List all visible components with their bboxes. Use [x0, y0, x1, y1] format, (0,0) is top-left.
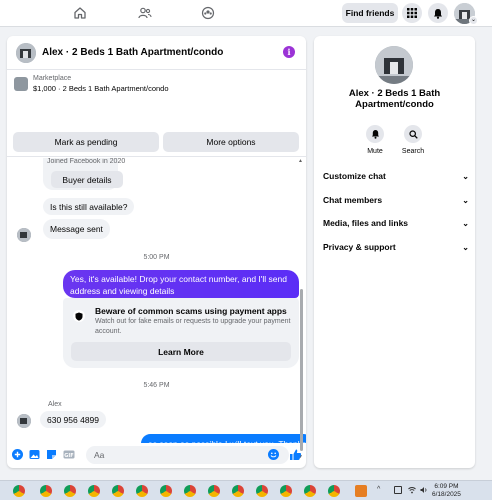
sticker-icon[interactable] — [46, 449, 57, 460]
emoji-icon[interactable] — [268, 449, 279, 460]
chrome-icon[interactable] — [88, 485, 100, 497]
chrome-icon[interactable] — [184, 485, 196, 497]
conversation-details-panel: Alex · 2 Beds 1 Bath Apartment/condo Mut… — [314, 36, 475, 468]
media-files-links-row[interactable]: Media, files and links ⌄ — [323, 216, 469, 230]
more-options-button[interactable]: More options — [163, 132, 299, 152]
chrome-icon[interactable] — [13, 485, 25, 497]
clock-time: 6:09 PM — [434, 483, 459, 490]
svg-text:GIF: GIF — [64, 453, 73, 459]
auto-reply-bubble: Yes, it's available! Drop your contact n… — [63, 270, 299, 298]
info-icon[interactable]: i — [283, 46, 295, 58]
chrome-icon[interactable] — [280, 485, 292, 497]
marketplace-label: Marketplace — [33, 75, 72, 82]
search-icon — [404, 125, 422, 143]
chrome-icon[interactable] — [208, 485, 220, 497]
mute-label: Mute — [367, 148, 383, 155]
message-timestamp: 5:46 PM — [143, 382, 170, 389]
message-bubble-out: as soon as possible I will text you..Tha… — [141, 434, 306, 443]
chrome-icon[interactable] — [328, 485, 340, 497]
os-taskbar: ^ 6:09 PM 6/18/2025 — [0, 480, 492, 500]
contact-avatar-small[interactable] — [17, 414, 31, 428]
row-label: Media, files and links — [323, 218, 409, 228]
chat-panel: Alex · 2 Beds 1 Bath Apartment/condo i M… — [7, 36, 306, 468]
privacy-support-row[interactable]: Privacy & support ⌄ — [323, 240, 469, 254]
weather-icon[interactable] — [355, 485, 367, 497]
chevron-down-icon: ⌄ — [462, 195, 469, 205]
contact-name: Alex · 2 Beds 1 Bath Apartment/condo — [348, 88, 441, 110]
joined-facebook-text: Joined Facebook in 2020 — [47, 158, 126, 165]
contact-avatar[interactable] — [16, 43, 36, 63]
chrome-icon[interactable] — [40, 485, 52, 497]
top-navigation-bar: Find friends ⌄ — [0, 0, 492, 27]
notifications-icon[interactable] — [428, 3, 448, 23]
contact-avatar-large[interactable] — [375, 46, 413, 84]
learn-more-button[interactable]: Learn More — [71, 342, 291, 361]
scam-warning-description: Watch out for fake emails or requests to… — [95, 318, 291, 335]
find-friends-button[interactable]: Find friends — [342, 3, 398, 23]
chat-members-row[interactable]: Chat members ⌄ — [323, 193, 469, 207]
scroll-up-arrow[interactable]: ▲ — [298, 158, 303, 164]
menu-grid-icon[interactable] — [402, 3, 422, 23]
row-label: Privacy & support — [323, 242, 396, 252]
message-timestamp: 5:00 PM — [143, 254, 170, 261]
chevron-down-icon[interactable]: ⌄ — [469, 16, 478, 25]
bell-icon — [366, 125, 384, 143]
chat-header: Alex · 2 Beds 1 Bath Apartment/condo i — [7, 36, 306, 70]
search-button[interactable]: Search — [398, 125, 428, 155]
sender-name: Alex — [48, 401, 62, 408]
contact-avatar-small[interactable] — [17, 228, 31, 242]
row-label: Customize chat — [323, 171, 386, 181]
chrome-icon[interactable] — [232, 485, 244, 497]
chrome-icon[interactable] — [304, 485, 316, 497]
home-icon[interactable] — [71, 4, 89, 22]
marketplace-listing-bar: Marketplace $1,000 · 2 Beds 1 Bath Apart… — [7, 71, 306, 157]
chrome-icon[interactable] — [64, 485, 76, 497]
chevron-down-icon: ⌄ — [462, 171, 469, 181]
message-input[interactable]: Aa — [86, 446, 289, 464]
battery-icon[interactable] — [394, 486, 402, 494]
mark-as-pending-button[interactable]: Mark as pending — [13, 132, 159, 152]
groups-icon[interactable] — [199, 4, 217, 22]
thumbs-up-icon[interactable] — [289, 448, 302, 461]
message-bubble-in: 630 956 4899 — [40, 411, 106, 428]
gif-icon[interactable]: GIF — [63, 449, 75, 460]
message-bubble-in: Is this still available? — [43, 198, 135, 215]
message-list[interactable]: Joined Facebook in 2020 Buyer details Is… — [7, 158, 306, 443]
plus-circle-icon[interactable] — [12, 449, 23, 460]
chevron-down-icon: ⌄ — [462, 218, 469, 228]
chevron-down-icon: ⌄ — [462, 242, 469, 252]
shield-icon — [73, 310, 85, 322]
clock-date: 6/18/2025 — [432, 491, 461, 498]
message-composer: GIF Aa — [7, 443, 306, 468]
mute-button[interactable]: Mute — [360, 125, 390, 155]
chrome-icon[interactable] — [136, 485, 148, 497]
scam-warning-title: Beware of common scams using payment app… — [95, 306, 287, 316]
listing-thumbnail[interactable] — [14, 77, 28, 91]
buyer-details-button[interactable]: Buyer details — [51, 171, 123, 188]
chrome-icon[interactable] — [160, 485, 172, 497]
chrome-icon[interactable] — [112, 485, 124, 497]
scrollbar-thumb[interactable] — [300, 289, 303, 451]
wifi-icon[interactable] — [408, 486, 416, 494]
search-label: Search — [401, 148, 425, 155]
listing-price-title[interactable]: $1,000 · 2 Beds 1 Bath Apartment/condo — [33, 84, 169, 93]
friends-icon[interactable] — [136, 4, 154, 22]
volume-icon[interactable] — [420, 486, 428, 494]
clock[interactable]: 6:09 PM 6/18/2025 — [432, 483, 461, 499]
scam-warning-card: Beware of common scams using payment app… — [63, 298, 299, 368]
customize-chat-row[interactable]: Customize chat ⌄ — [323, 169, 469, 183]
row-label: Chat members — [323, 195, 383, 205]
chat-title[interactable]: Alex · 2 Beds 1 Bath Apartment/condo — [42, 47, 223, 58]
tray-chevron-icon[interactable]: ^ — [377, 486, 380, 493]
chrome-icon[interactable] — [256, 485, 268, 497]
message-bubble-in: Message sent — [43, 219, 110, 239]
photo-icon[interactable] — [29, 449, 40, 460]
